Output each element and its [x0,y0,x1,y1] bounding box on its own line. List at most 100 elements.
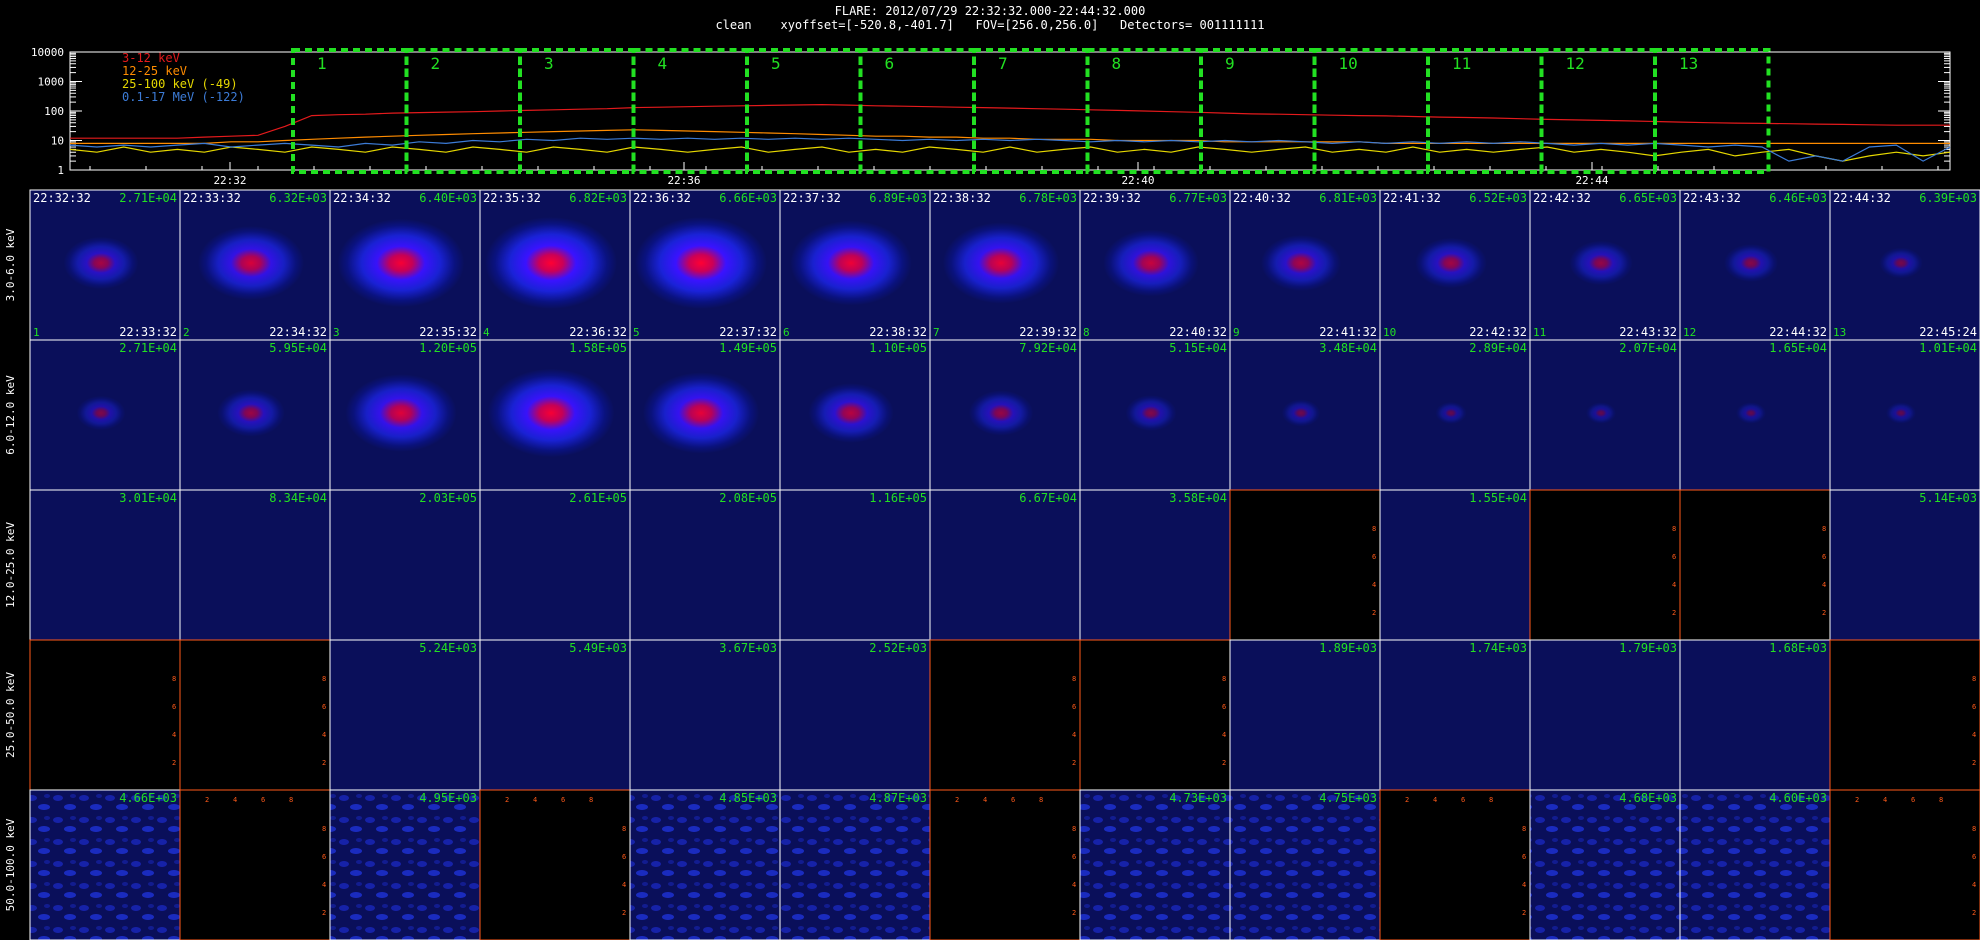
empty-axis-tick: 6 [322,703,326,711]
source-blob [808,383,894,443]
cell-max-value: 6.78E+03 [1019,191,1077,205]
empty-cell [1829,789,1980,940]
source-blob [1415,237,1487,289]
empty-cell [29,639,181,791]
cell-start-time: 22:44:32 [1833,191,1891,205]
row-label: 6.0-12.0 keV [4,375,17,455]
source-blob [337,218,465,308]
cell-max-value: 6.89E+03 [869,191,927,205]
empty-axis-tick: 6 [1522,853,1526,861]
image-cell [1379,489,1531,641]
empty-cell [1679,489,1831,641]
empty-axis-tick: 8 [1522,825,1526,833]
image-cell [1079,489,1231,641]
empty-axis-tick: 6 [622,853,626,861]
image-cell [1529,639,1681,791]
cell-start-time: 22:40:32 [1233,191,1291,205]
cell-index: 6 [783,326,790,339]
cell-max-value: 6.82E+03 [569,191,627,205]
image-cell [1079,789,1231,940]
source-blob [1435,401,1467,425]
empty-axis-tick: 2 [505,796,509,804]
cell-end-time: 22:35:32 [419,325,477,339]
image-cell [179,489,331,641]
cell-index: 11 [1533,326,1546,339]
cell-end-time: 22:42:32 [1469,325,1527,339]
source-blob [217,389,285,437]
empty-axis-tick: 4 [1672,581,1676,589]
cell-max-value: 1.10E+05 [869,341,927,355]
image-cell [329,489,481,641]
empty-axis-tick: 8 [1489,796,1493,804]
image-cell [779,789,931,940]
empty-axis-tick: 8 [1972,825,1976,833]
cell-max-value: 4.66E+03 [119,791,177,805]
cell-max-value: 6.66E+03 [719,191,777,205]
empty-cell [179,639,331,791]
row-label: 12.0-25.0 keV [4,522,17,608]
cell-end-time: 22:40:32 [1169,325,1227,339]
cell-start-time: 22:33:32 [183,191,241,205]
cell-max-value: 2.71E+04 [119,191,177,205]
empty-cell [1379,789,1531,940]
cell-index: 13 [1833,326,1846,339]
cell-max-value: 3.67E+03 [719,641,777,655]
cell-max-value: 1.89E+03 [1319,641,1377,655]
cell-max-value: 5.24E+03 [419,641,477,655]
empty-axis-tick: 6 [561,796,565,804]
cell-max-value: 2.03E+05 [419,491,477,505]
empty-cell [929,639,1081,791]
empty-axis-tick: 6 [1972,703,1976,711]
empty-axis-tick: 2 [1072,759,1076,767]
image-cell [1229,639,1381,791]
row-label: 25.0-50.0 keV [4,672,17,758]
empty-axis-tick: 8 [322,825,326,833]
source-blob [76,395,126,431]
image-cell [629,639,781,791]
empty-axis-tick: 4 [1522,881,1526,889]
cell-max-value: 2.07E+04 [1619,341,1677,355]
source-blob [1125,395,1177,431]
source-blob [642,372,760,454]
cell-max-value: 6.77E+03 [1169,191,1227,205]
cell-max-value: 4.60E+03 [1769,791,1827,805]
cell-max-value: 2.61E+05 [569,491,627,505]
cell-start-time: 22:32:32 [33,191,91,205]
empty-axis-tick: 4 [1072,731,1076,739]
source-blob [345,374,457,452]
empty-axis-tick: 6 [1911,796,1915,804]
empty-axis-tick: 2 [1522,909,1526,917]
empty-axis-tick: 8 [1039,796,1043,804]
empty-axis-tick: 4 [233,796,237,804]
empty-cell [1229,489,1381,641]
cell-start-time: 22:43:32 [1683,191,1741,205]
source-blob [1569,240,1633,286]
empty-axis-tick: 6 [1461,796,1465,804]
empty-axis-tick: 4 [1222,731,1226,739]
source-blob [198,226,304,300]
empty-axis-tick: 4 [172,731,176,739]
cell-max-value: 1.20E+05 [419,341,477,355]
empty-axis-tick: 8 [1372,525,1376,533]
cell-max-value: 5.15E+04 [1169,341,1227,355]
image-cell [1679,789,1831,940]
cell-max-value: 5.49E+03 [569,641,627,655]
cell-start-time: 22:35:32 [483,191,541,205]
image-cell [329,639,481,791]
empty-axis-tick: 2 [1972,759,1976,767]
cell-end-time: 22:44:32 [1769,325,1827,339]
cell-max-value: 4.95E+03 [419,791,477,805]
cell-end-time: 22:41:32 [1319,325,1377,339]
cell-start-time: 22:38:32 [933,191,991,205]
source-blob [63,236,139,290]
empty-axis-tick: 4 [1372,581,1376,589]
cell-max-value: 7.92E+04 [1019,341,1077,355]
cell-index: 7 [933,326,940,339]
cell-max-value: 6.40E+03 [419,191,477,205]
empty-axis-tick: 8 [1822,525,1826,533]
empty-axis-tick: 4 [983,796,987,804]
empty-axis-tick: 6 [1222,703,1226,711]
cell-index: 5 [633,326,640,339]
cell-max-value: 6.32E+03 [269,191,327,205]
empty-axis-tick: 6 [1372,553,1376,561]
